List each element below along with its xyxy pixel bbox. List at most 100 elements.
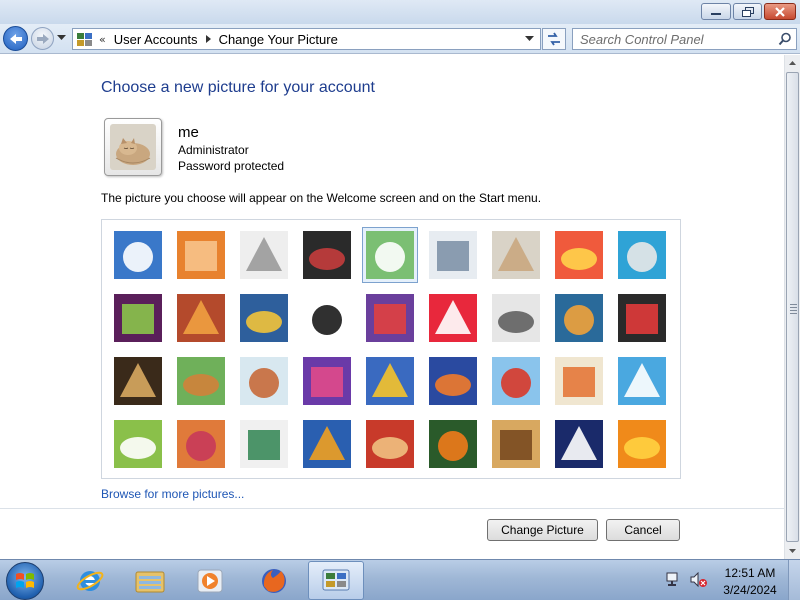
cancel-button[interactable]: Cancel <box>606 519 680 541</box>
breadcrumb-overflow[interactable]: « <box>99 33 106 46</box>
search-input[interactable] <box>575 30 773 48</box>
restore-icon <box>741 6 754 17</box>
clock-date[interactable]: 3/24/2024 <box>716 583 784 597</box>
scarf-picture <box>303 357 351 405</box>
crayons-picture <box>366 294 414 342</box>
browse-more-pictures-link[interactable]: Browse for more pictures... <box>101 487 244 501</box>
picture-tile-robot-toy[interactable] <box>240 231 288 279</box>
minimize-icon <box>711 12 721 15</box>
picture-tile-fabric[interactable] <box>177 294 225 342</box>
recent-pages-dropdown[interactable] <box>57 35 66 41</box>
picture-tile-starfish[interactable] <box>177 231 225 279</box>
picture-tile-jacks[interactable] <box>492 294 540 342</box>
clock-time[interactable]: 12:51 AM <box>716 566 784 580</box>
network-icon[interactable] <box>666 572 678 586</box>
navigation-bar: « User Accounts Change Your Picture <box>0 24 800 54</box>
account-picture-frame <box>104 118 162 176</box>
picture-tile-roller-coaster[interactable] <box>114 231 162 279</box>
title-bar <box>0 0 800 24</box>
control-panel-icon <box>77 33 92 46</box>
picture-tile-basket[interactable] <box>492 420 540 468</box>
ball-picture <box>114 294 162 342</box>
picture-tile-puppy[interactable] <box>177 357 225 405</box>
picture-tile-gyroscope[interactable] <box>429 231 477 279</box>
picture-tile-ball[interactable] <box>114 294 162 342</box>
show-desktop-button[interactable] <box>788 560 800 600</box>
butterfly-picture <box>429 420 477 468</box>
lighthouse-picture <box>555 420 603 468</box>
dog-picture <box>303 294 351 342</box>
picture-tile-soccer-ball[interactable] <box>114 420 162 468</box>
picture-tile-flower[interactable] <box>555 231 603 279</box>
taskbar-windows-explorer[interactable] <box>122 561 178 600</box>
picture-tile-crayons[interactable] <box>366 294 414 342</box>
pinwheel-picture <box>618 231 666 279</box>
star-pattern-picture <box>429 294 477 342</box>
sailboat-picture <box>618 357 666 405</box>
picture-tile-paper-crane[interactable] <box>618 294 666 342</box>
picture-tile-guitar[interactable] <box>114 357 162 405</box>
taskbar-internet-explorer[interactable] <box>62 561 118 600</box>
taskbar-control-panel[interactable] <box>308 561 364 600</box>
picture-tile-doll[interactable] <box>555 357 603 405</box>
page-title: Choose a new picture for your account <box>101 79 375 96</box>
picture-tile-hot-air-balloon[interactable] <box>492 357 540 405</box>
robot-toy-picture <box>240 231 288 279</box>
picture-tile-scarf[interactable] <box>303 357 351 405</box>
fabric-picture <box>177 294 225 342</box>
picture-tile-fabric-stripes[interactable] <box>177 420 225 468</box>
scrollbar-thumb[interactable] <box>786 72 799 542</box>
folder-icon <box>135 571 165 592</box>
breadcrumb-user-accounts[interactable]: User Accounts <box>114 32 198 47</box>
picture-tile-daisy[interactable] <box>618 420 666 468</box>
puppy-picture <box>177 357 225 405</box>
vertical-scrollbar[interactable] <box>784 55 800 559</box>
restore-button[interactable] <box>733 3 762 20</box>
address-dropdown-icon[interactable] <box>525 36 534 42</box>
picture-tile-sunflower[interactable] <box>366 357 414 405</box>
refresh-button[interactable] <box>542 28 566 50</box>
scroll-down-button[interactable] <box>785 543 800 559</box>
scroll-up-button[interactable] <box>785 55 800 71</box>
picture-tile-lighthouse[interactable] <box>555 420 603 468</box>
picture-tile-marbles[interactable] <box>240 420 288 468</box>
lucky-cat-picture <box>366 231 414 279</box>
taskbar-firefox[interactable] <box>246 561 302 600</box>
forward-button[interactable] <box>31 27 54 50</box>
picture-tile-star-pattern[interactable] <box>429 294 477 342</box>
picture-tile-dog[interactable] <box>303 294 351 342</box>
picture-tile-sleeping-kitten[interactable] <box>492 231 540 279</box>
change-picture-button[interactable]: Change Picture <box>487 519 598 541</box>
taskbar-media-player[interactable] <box>182 561 238 600</box>
picture-tile-lucky-cat[interactable] <box>362 227 418 283</box>
firefox-icon <box>262 568 286 593</box>
picture-tile-weaving[interactable] <box>366 420 414 468</box>
picture-tile-fish[interactable] <box>429 357 477 405</box>
hot-air-balloon-picture <box>492 357 540 405</box>
daisy-picture <box>618 420 666 468</box>
refresh-icon <box>548 32 560 46</box>
breadcrumb-change-your-picture[interactable]: Change Your Picture <box>219 32 338 47</box>
picture-tile-sailboat[interactable] <box>618 357 666 405</box>
picture-tile-window[interactable] <box>303 420 351 468</box>
system-tray <box>666 572 707 588</box>
address-bar[interactable]: « User Accounts Change Your Picture <box>72 28 541 50</box>
robot-picture <box>240 357 288 405</box>
picture-tile-butterfly[interactable] <box>429 420 477 468</box>
back-button[interactable] <box>3 26 28 51</box>
search-icon[interactable] <box>778 32 792 46</box>
flower-picture <box>555 231 603 279</box>
start-button[interactable] <box>6 562 44 600</box>
picture-tile-robot[interactable] <box>240 357 288 405</box>
stairs-picture <box>555 294 603 342</box>
volume-muted-icon[interactable] <box>690 572 707 588</box>
minimize-button[interactable] <box>701 3 731 20</box>
sunflower-picture <box>366 357 414 405</box>
picture-tile-leaf[interactable] <box>240 294 288 342</box>
picture-tile-stairs[interactable] <box>555 294 603 342</box>
control-panel-icon <box>322 569 350 590</box>
close-button[interactable] <box>764 3 796 20</box>
picture-tile-record-player[interactable] <box>303 231 351 279</box>
breadcrumb-arrow-icon[interactable] <box>205 35 211 43</box>
picture-tile-pinwheel[interactable] <box>618 231 666 279</box>
